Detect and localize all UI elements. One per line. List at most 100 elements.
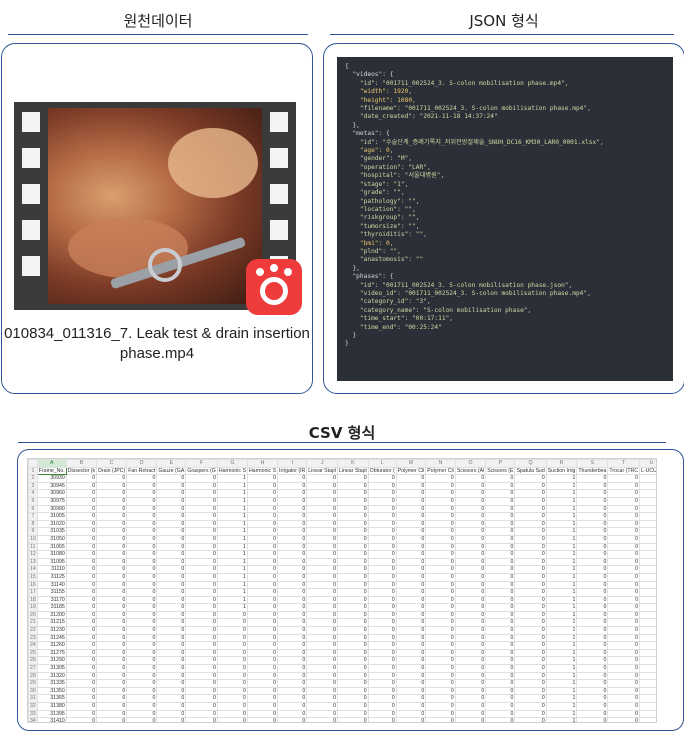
table-cell[interactable]: 0 [607,565,640,574]
row-number[interactable]: 7 [28,512,38,521]
table-cell[interactable]: 0 [156,534,187,544]
table-cell[interactable]: 0 [306,603,338,612]
table-cell[interactable]: 0 [156,572,187,582]
row-number[interactable]: 16 [28,580,38,590]
column-letter[interactable]: O [454,459,487,468]
frame-number-cell[interactable]: 31200 [36,610,67,620]
table-cell[interactable]: 0 [485,664,516,673]
column-header[interactable]: Harmonic S [246,466,279,476]
column-letter[interactable]: A [36,459,67,468]
table-cell[interactable]: 0 [277,603,308,612]
column-letter[interactable]: G [216,459,248,468]
table-cell[interactable]: 0 [246,686,279,696]
table-cell[interactable]: 0 [336,557,369,567]
table-cell[interactable]: 0 [367,474,397,483]
table-cell[interactable]: 0 [96,580,128,590]
table-cell[interactable]: 1 [545,565,578,574]
table-cell[interactable]: 0 [65,580,98,590]
table-cell[interactable]: 1 [216,496,248,506]
column-header[interactable]: Graspers (G [185,466,218,476]
table-cell[interactable]: 0 [395,648,427,658]
table-cell[interactable]: 0 [185,474,218,483]
frame-number-cell[interactable]: 30960 [36,489,67,498]
table-cell[interactable]: 0 [216,709,248,719]
table-cell[interactable]: 0 [367,527,397,536]
table-cell[interactable]: 0 [367,633,397,643]
table-cell[interactable]: 0 [306,717,338,722]
table-cell[interactable] [638,694,656,703]
table-cell[interactable]: 0 [607,686,640,696]
table-cell[interactable]: 0 [306,671,338,681]
table-cell[interactable] [638,489,656,498]
sheet-corner[interactable] [28,459,38,468]
table-cell[interactable]: 0 [576,656,609,666]
row-number[interactable]: 19 [28,603,38,612]
table-cell[interactable]: 0 [277,565,308,574]
table-cell[interactable]: 0 [246,504,279,514]
table-cell[interactable]: 0 [514,580,547,590]
table-cell[interactable]: 1 [545,679,578,688]
table-cell[interactable]: 0 [514,610,547,620]
table-cell[interactable]: 0 [336,603,369,612]
table-cell[interactable]: 0 [65,679,98,688]
table-cell[interactable]: 1 [545,557,578,567]
table-cell[interactable]: 0 [607,534,640,544]
table-cell[interactable]: 0 [367,519,397,529]
table-cell[interactable]: 1 [545,550,578,559]
table-cell[interactable]: 0 [156,694,187,703]
frame-number-cell[interactable]: 30990 [36,504,67,514]
table-cell[interactable]: 0 [425,618,456,628]
table-cell[interactable] [638,603,656,612]
table-cell[interactable]: 0 [96,709,128,719]
table-cell[interactable]: 0 [367,618,397,628]
table-cell[interactable]: 0 [425,565,456,574]
table-cell[interactable]: 0 [185,648,218,658]
table-cell[interactable]: 0 [156,512,187,521]
table-cell[interactable]: 0 [277,694,308,703]
table-cell[interactable]: 0 [514,595,547,605]
column-header[interactable]: Polymer Cli [425,466,456,476]
table-cell[interactable]: 0 [395,618,427,628]
table-cell[interactable]: 0 [485,702,516,711]
table-cell[interactable]: 0 [306,618,338,628]
table-cell[interactable]: 0 [336,527,369,536]
table-cell[interactable]: 0 [65,550,98,559]
table-cell[interactable]: 0 [485,504,516,514]
table-cell[interactable]: 1 [545,504,578,514]
column-letter[interactable]: K [336,459,369,468]
table-cell[interactable]: 1 [216,572,248,582]
table-cell[interactable]: 0 [367,588,397,597]
table-cell[interactable]: 1 [216,534,248,544]
table-cell[interactable]: 0 [156,504,187,514]
table-cell[interactable]: 0 [246,565,279,574]
table-cell[interactable]: 1 [545,496,578,506]
column-header[interactable]: L-UCUK) [638,466,656,476]
table-cell[interactable]: 0 [185,679,218,688]
table-cell[interactable]: 0 [336,504,369,514]
frame-number-cell[interactable]: 31215 [36,618,67,628]
frame-number-cell[interactable]: 31245 [36,633,67,643]
table-cell[interactable]: 0 [156,603,187,612]
table-cell[interactable]: 0 [185,618,218,628]
row-number[interactable]: 34 [28,717,38,722]
table-cell[interactable]: 0 [65,633,98,643]
frame-number-cell[interactable]: 31050 [36,534,67,544]
table-cell[interactable]: 0 [485,489,516,498]
table-cell[interactable]: 0 [156,664,187,673]
column-letter[interactable]: S [576,459,609,468]
table-cell[interactable]: 0 [395,633,427,643]
table-cell[interactable]: 0 [65,702,98,711]
table-cell[interactable]: 0 [367,671,397,681]
table-cell[interactable]: 0 [306,610,338,620]
table-cell[interactable] [638,481,656,491]
row-number[interactable]: 14 [28,565,38,574]
table-cell[interactable]: 0 [367,489,397,498]
table-cell[interactable]: 0 [576,709,609,719]
table-cell[interactable] [638,656,656,666]
table-cell[interactable]: 0 [395,679,427,688]
table-cell[interactable]: 0 [395,603,427,612]
row-number[interactable]: 11 [28,542,38,552]
table-cell[interactable]: 0 [126,572,158,582]
table-cell[interactable]: 0 [65,656,98,666]
table-cell[interactable]: 0 [216,626,248,635]
